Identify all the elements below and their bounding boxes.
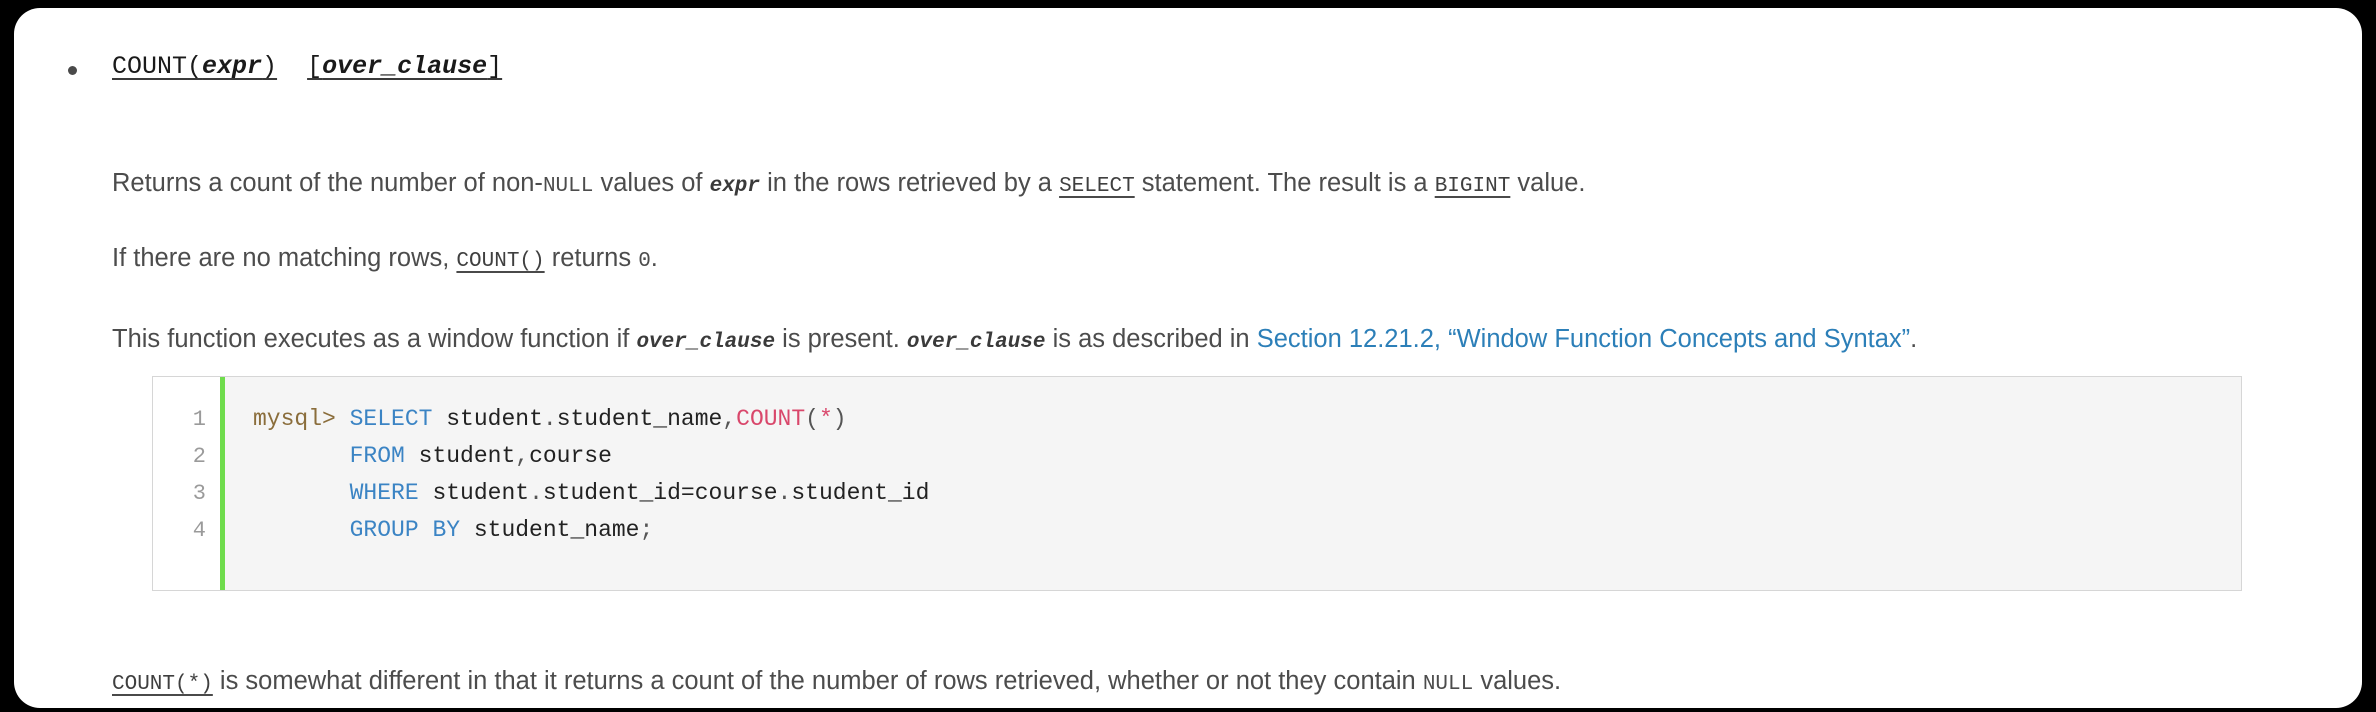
para4-text-1: is somewhat different in that it returns… <box>212 666 1423 695</box>
code-token-plain: student <box>418 480 530 506</box>
line-number: 4 <box>192 518 206 543</box>
code-token-kw: WHERE <box>349 480 419 506</box>
para1-text-5: value. <box>1510 168 1586 197</box>
code-token-plain: course <box>529 443 612 469</box>
para1-text-3: in the rows retrieved by a <box>760 168 1060 197</box>
code-token-plain: course <box>694 480 778 506</box>
code-token-punct: ; <box>639 517 654 543</box>
bullet-point-icon <box>68 66 77 75</box>
code-token-plain: student_id <box>542 480 681 506</box>
para3-text-4: . <box>1910 324 1918 353</box>
code-token-plain: student <box>432 406 543 432</box>
code-line: WHERE student.student_id=course.student_… <box>253 475 2241 512</box>
function-signature: COUNT(expr) [over_clause] <box>112 52 502 81</box>
line-number: 2 <box>192 444 206 469</box>
para2-text-3: . <box>650 243 658 272</box>
sql-code-block: 1 2 3 4 mysql> SELECT student.student_na… <box>152 376 2242 591</box>
code-token-plain: = <box>680 480 695 506</box>
para2-text-2: returns <box>544 243 639 272</box>
code-token-kw: SELECT <box>349 406 433 432</box>
document-page: COUNT(expr) [over_clause] Returns a coun… <box>14 8 2362 708</box>
code-token-fn: COUNT <box>736 406 806 432</box>
bigint-keyword-link[interactable]: BIGINT <box>1435 175 1511 198</box>
code-token-punct: ) <box>832 406 847 432</box>
signature-close-paren: ) <box>262 52 278 81</box>
code-token-prompt: mysql> <box>253 406 350 432</box>
para3-text-2: is present. <box>775 324 907 353</box>
signature-bracket-open: [ <box>307 52 323 81</box>
code-line: GROUP BY student_name; <box>253 512 2241 549</box>
code-token-punct: , <box>515 443 530 469</box>
expr-param: expr <box>709 174 761 198</box>
para3-text-1: This function executes as a window funct… <box>112 324 637 353</box>
signature-param-expr: expr <box>202 52 263 81</box>
code-line-number-gutter: 1 2 3 4 <box>153 377 225 590</box>
line-number: 1 <box>192 407 206 432</box>
signature-function-name: COUNT <box>112 52 188 81</box>
code-content-area[interactable]: mysql> SELECT student.student_name,COUNT… <box>225 377 2241 590</box>
para1-text-1: Returns a count of the number of non- <box>112 168 543 197</box>
paragraph-returns-count: Returns a count of the number of non-NUL… <box>112 166 1585 204</box>
code-line: FROM student,course <box>253 438 2241 475</box>
signature-space <box>277 52 307 81</box>
para2-text-1: If there are no matching rows, <box>112 243 457 272</box>
code-token-punct: , <box>722 406 737 432</box>
null-keyword-2: NULL <box>1422 672 1474 696</box>
para1-text-2: values of <box>593 168 710 197</box>
count-function-link[interactable]: COUNT() <box>456 250 544 273</box>
paragraph-count-star: COUNT(*) is somewhat different in that i… <box>112 664 1561 702</box>
zero-value: 0 <box>638 249 651 273</box>
code-token-punct: . <box>529 480 543 506</box>
code-token-fn: * <box>818 406 833 432</box>
code-token-punct: . <box>542 406 557 432</box>
paragraph-window-function: This function executes as a window funct… <box>112 322 1917 360</box>
para3-text-3: is as described in <box>1045 324 1257 353</box>
select-keyword-link[interactable]: SELECT <box>1059 175 1135 198</box>
para1-text-4: statement. The result is a <box>1134 168 1435 197</box>
code-token-punct: . <box>777 480 792 506</box>
over-clause-param-1: over_clause <box>636 330 776 354</box>
null-keyword: NULL <box>542 174 594 198</box>
code-token-plain: student_name <box>556 406 723 432</box>
para4-text-2: values. <box>1473 666 1562 695</box>
code-token-plain: student_id <box>791 480 930 506</box>
over-clause-param-2: over_clause <box>906 330 1046 354</box>
paragraph-no-matching-rows: If there are no matching rows, COUNT() r… <box>112 241 658 279</box>
section-window-function-link[interactable]: Section 12.21.2, “Window Function Concep… <box>1257 325 1910 353</box>
signature-bracket-close: ] <box>487 52 503 81</box>
count-star-link[interactable]: COUNT(*) <box>112 673 213 696</box>
line-number: 3 <box>192 481 206 506</box>
code-token-plain: student <box>404 443 516 469</box>
code-token-kw: GROUP BY <box>349 517 461 543</box>
signature-over-clause: over_clause <box>322 52 488 81</box>
code-token-kw: FROM <box>349 443 405 469</box>
code-line: mysql> SELECT student.student_name,COUNT… <box>253 401 2241 438</box>
code-token-punct: ( <box>805 406 819 432</box>
signature-open-paren: ( <box>187 52 203 81</box>
code-token-plain: student_name <box>460 517 640 543</box>
